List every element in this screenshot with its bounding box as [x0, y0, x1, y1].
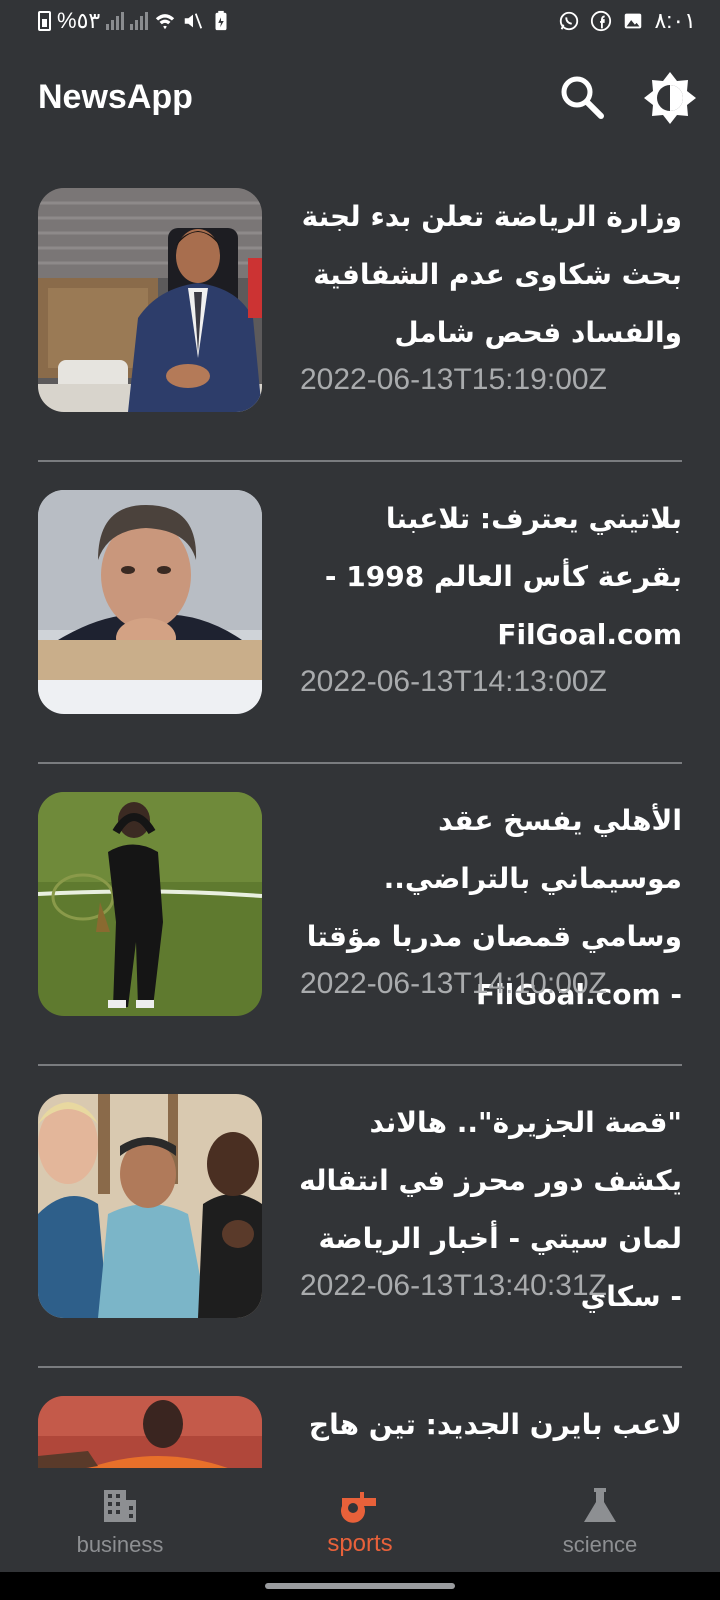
news-item[interactable]: بلاتيني يعترف: تلاعبنا بقرعة كأس العالم …	[0, 462, 720, 764]
search-button[interactable]	[557, 72, 607, 122]
article-thumbnail	[38, 1094, 262, 1318]
signal-2-icon	[130, 12, 149, 30]
nav-science[interactable]: science	[480, 1468, 720, 1572]
app-bar: NewsApp	[0, 56, 720, 140]
whistle-icon	[341, 1492, 376, 1523]
wifi-icon	[156, 14, 175, 30]
nav-label: science	[562, 1532, 638, 1557]
nav-business[interactable]: business	[0, 1468, 240, 1572]
app-title: NewsApp	[38, 78, 193, 116]
article-date: 2022-06-13T14:13:00Z	[300, 665, 607, 698]
battery-saver-icon	[215, 10, 227, 31]
article-title: بلاتيني يعترف: تلاعبنا بقرعة كأس العالم …	[324, 502, 682, 651]
whatsapp-icon	[560, 11, 579, 31]
article-date: 2022-06-13T13:40:31Z	[300, 1269, 607, 1302]
battery-icon	[38, 11, 51, 31]
home-indicator[interactable]	[265, 1583, 455, 1589]
signal-1-icon	[106, 12, 125, 30]
article-title: لاعب بايرن الجديد: تين هاج	[308, 1408, 682, 1441]
news-item[interactable]: "قصة الجزيرة".. هالاند يكشف دور محرز في …	[0, 1066, 720, 1368]
building-icon	[104, 1490, 136, 1522]
battery-percent: %٥٣	[57, 8, 101, 33]
news-list: وزارة الرياضة تعلن بدء لجنة بحث شكاوى عد…	[0, 160, 720, 1468]
article-thumbnail	[38, 792, 262, 1016]
news-item[interactable]: وزارة الرياضة تعلن بدء لجنة بحث شكاوى عد…	[0, 160, 720, 462]
flask-icon	[584, 1488, 616, 1522]
article-date: 2022-06-13T14:10:00Z	[300, 967, 607, 1000]
theme-toggle-button[interactable]	[642, 70, 698, 126]
article-thumbnail	[38, 490, 262, 714]
status-right-group: ٨:٠١	[558, 8, 696, 34]
mute-icon	[184, 13, 203, 29]
gallery-icon	[625, 13, 642, 29]
news-item[interactable]: الأهلي يفسخ عقد موسيماني بالتراضي.. وسام…	[0, 764, 720, 1066]
nav-sports[interactable]: sports	[240, 1468, 480, 1572]
news-item[interactable]: لاعب بايرن الجديد: تين هاج	[0, 1368, 720, 1468]
facebook-icon	[591, 10, 612, 32]
article-title: وزارة الرياضة تعلن بدء لجنة بحث شكاوى عد…	[301, 200, 682, 349]
clock: ٨:٠١	[654, 8, 696, 33]
bottom-navigation: business sports science	[0, 1468, 720, 1572]
brightness-icon	[644, 72, 696, 124]
article-thumbnail	[38, 1396, 262, 1468]
article-thumbnail	[38, 188, 262, 412]
status-bar: %٥٣ ٨:٠١	[0, 0, 720, 46]
nav-label: business	[76, 1532, 164, 1557]
news-app-screen: %٥٣ ٨:٠١ NewsApp وزارة الرياضة تعلن بدء …	[0, 0, 720, 1600]
search-icon	[561, 76, 604, 119]
nav-label: sports	[327, 1530, 393, 1557]
status-left-group: %٥٣	[38, 8, 232, 34]
article-date: 2022-06-13T15:19:00Z	[300, 363, 607, 396]
